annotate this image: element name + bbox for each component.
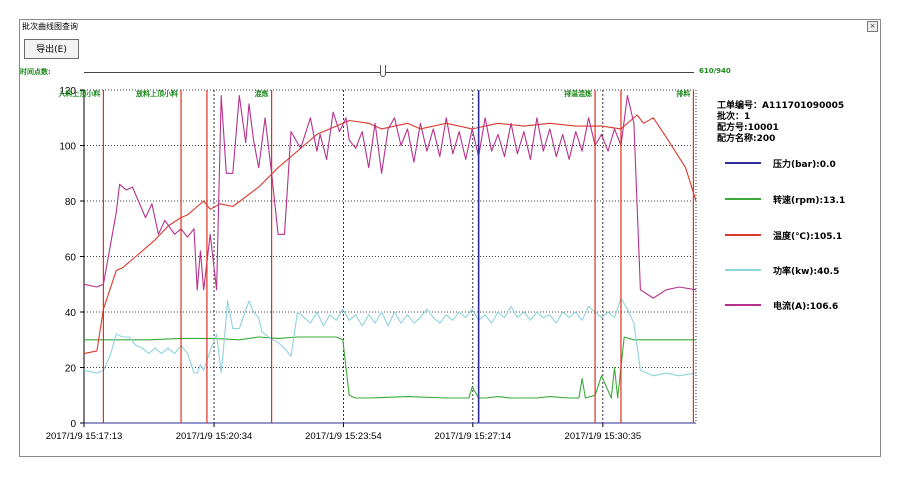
legend-label: 功率(kw):40.5 [773,267,840,277]
legend-label: 电流(A):106.6 [773,302,839,312]
x-tick-label: 2017/1/9 15:23:54 [305,431,382,442]
y-tick-label: 80 [65,197,77,208]
phase-marker-label: 入料上顶小料 [57,89,100,98]
legend-swatch [725,269,761,271]
x-tick-label: 2017/1/9 15:27:14 [435,431,512,442]
y-tick-label: 0 [70,419,76,430]
y-tick-label: 100 [59,142,76,153]
legend-label: 温度(℃):105.1 [773,232,843,242]
phase-marker-label: 混炼 [255,89,269,98]
legend-label: 转速(rpm):13.1 [773,196,846,206]
phase-marker-label: 放料上顶小料 [135,89,178,98]
legend-swatch [725,304,761,306]
x-tick-label: 2017/1/9 15:20:34 [176,431,253,442]
series-power [83,297,697,377]
trend-chart: 0204060801001202017/1/9 15:17:13 2017/1/9… [46,86,697,442]
legend-swatch [725,162,761,164]
x-tick-label: 2017/1/9 15:17:13 [46,431,123,442]
legend-swatch [725,198,761,200]
y-tick-label: 40 [65,308,77,319]
phase-marker-label: 排料 [676,89,690,98]
recipe-name-text: 配方名称:200 [717,134,776,144]
phase-marker-label: 排温混炼 [564,89,592,98]
x-tick-label: 2017/1/9 15:30:35 [565,431,642,442]
y-tick-label: 20 [65,364,77,375]
legend-swatch [725,234,761,236]
y-tick-label: 60 [65,253,77,264]
legend-label: 压力(bar):0.0 [773,160,836,170]
series-temperature [83,114,697,355]
chart-window: 批次曲线图查询 × 导出(E) 时间点数: 610/940 0 20 40 60 80 1… [19,19,881,457]
